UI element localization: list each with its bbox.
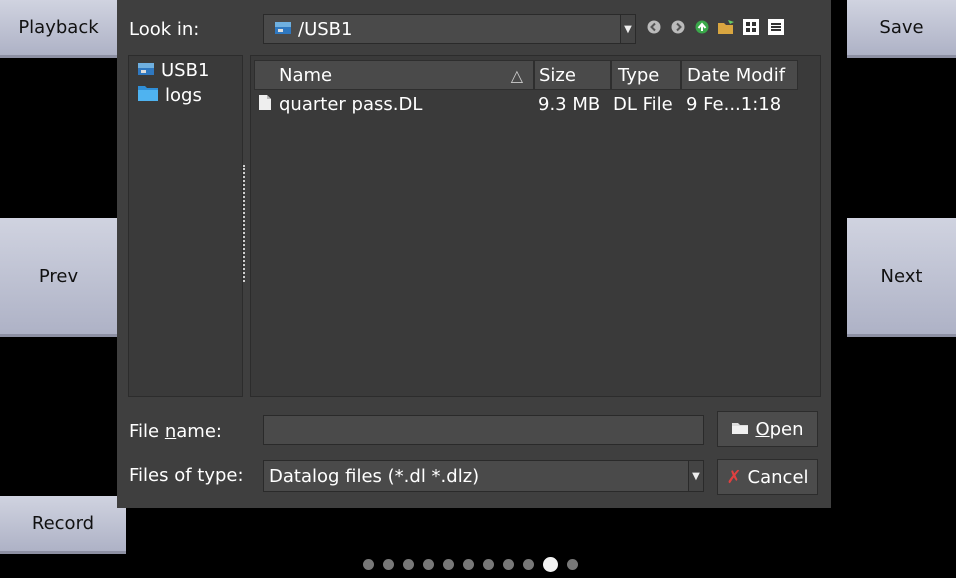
files-of-type-value: Datalog files (*.dl *.dlz) (269, 465, 480, 487)
playback-button[interactable]: Playback (0, 0, 117, 58)
cancel-button[interactable]: ✗ Cancel (717, 459, 818, 495)
file-type: DL File (613, 94, 673, 115)
prev-button[interactable]: Prev (0, 218, 117, 337)
page-dot[interactable] (363, 559, 374, 570)
files-of-type-combo[interactable]: Datalog files (*.dl *.dlz) ▼ (263, 460, 704, 492)
file-row[interactable]: quarter pass.DL (259, 94, 422, 115)
column-header-label: Size (539, 64, 576, 86)
open-mnemonic: O (755, 418, 770, 440)
page-dot[interactable] (443, 559, 454, 570)
chevron-down-icon[interactable]: ▼ (620, 15, 635, 43)
splitter-handle[interactable] (243, 165, 249, 282)
icon-view-icon[interactable] (742, 18, 760, 36)
column-header-label: Date Modif (687, 64, 786, 86)
tree-item-usb1[interactable]: USB1 (137, 60, 209, 81)
open-label: pen (769, 418, 804, 440)
files-of-type-label: Files of type: (129, 465, 244, 486)
drive-icon (137, 60, 161, 81)
page-dot[interactable] (483, 559, 494, 570)
file-name-label: File name: (129, 421, 222, 442)
record-button[interactable]: Record (0, 496, 126, 554)
look-in-value: /USB1 (298, 18, 353, 40)
list-view-icon[interactable] (767, 18, 785, 36)
back-icon[interactable] (645, 18, 663, 36)
column-header-label: Type (618, 64, 660, 86)
column-header-type[interactable]: Type (611, 60, 681, 90)
file-list-panel: Name △ Size Type Date Modif quarter pass… (250, 55, 821, 397)
folder-open-icon (731, 419, 749, 440)
file-size: 9.3 MB (538, 94, 601, 115)
look-in-label: Look in: (129, 19, 200, 40)
folder-tree-panel: USB1 logs (128, 55, 243, 397)
page-dot[interactable] (423, 559, 434, 570)
page-dot[interactable] (567, 559, 578, 570)
next-button[interactable]: Next (847, 218, 956, 337)
file-name: quarter pass.DL (279, 94, 423, 115)
page-dot[interactable] (503, 559, 514, 570)
cancel-label: Cancel (747, 466, 809, 488)
column-header-date[interactable]: Date Modif (681, 60, 798, 90)
page-dot[interactable] (463, 559, 474, 570)
page-dot[interactable] (383, 559, 394, 570)
file-icon (259, 94, 271, 115)
folder-icon (137, 84, 165, 107)
cancel-icon: ✗ (726, 466, 742, 488)
column-header-name[interactable]: Name △ (254, 60, 534, 90)
tree-item-label: logs (165, 85, 202, 106)
drive-icon (274, 19, 292, 40)
file-name-input[interactable] (263, 415, 704, 445)
tree-item-logs[interactable]: logs (137, 84, 202, 107)
up-icon[interactable] (693, 18, 711, 36)
file-dialog: Look in: /USB1 ▼ USB1 logs Name △ Size T… (117, 0, 831, 508)
column-header-label: Name (279, 64, 333, 86)
look-in-combo[interactable]: /USB1 ▼ (263, 14, 636, 44)
file-date: 9 Fe...1:18 (686, 94, 782, 115)
open-button[interactable]: Open (717, 411, 818, 447)
page-dot-active[interactable] (543, 557, 558, 572)
page-indicator (363, 557, 587, 572)
save-button[interactable]: Save (847, 0, 956, 58)
column-header-size[interactable]: Size (534, 60, 611, 90)
new-folder-icon[interactable] (717, 18, 735, 36)
sort-ascending-icon: △ (510, 66, 523, 85)
forward-icon[interactable] (669, 18, 687, 36)
chevron-down-icon[interactable]: ▼ (688, 461, 703, 491)
tree-item-label: USB1 (161, 60, 210, 81)
page-dot[interactable] (403, 559, 414, 570)
page-dot[interactable] (523, 559, 534, 570)
